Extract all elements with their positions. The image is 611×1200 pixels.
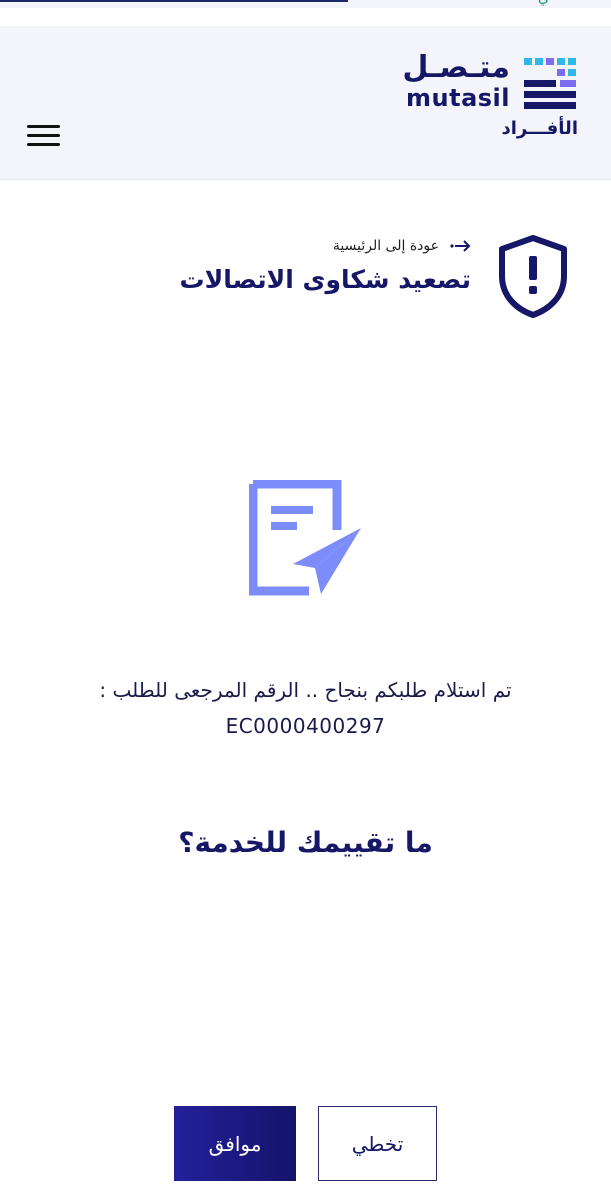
logo-english-text: mutasil xyxy=(406,84,510,112)
mutasil-logo[interactable]: متـصـل mutasil الأفـــراد xyxy=(398,50,578,148)
shield-alert-icon xyxy=(499,235,567,318)
top-status-strip: ي xyxy=(0,0,611,8)
rating-question: ما تقييمك للخدمة؟ xyxy=(178,826,433,859)
back-to-home-link[interactable]: عودة إلى الرئيسية xyxy=(333,238,471,254)
hamburger-icon[interactable] xyxy=(27,125,60,147)
logo-subtitle: الأفـــراد xyxy=(501,118,578,139)
logo-grid-icon xyxy=(524,58,576,109)
document-send-icon xyxy=(249,480,361,596)
top-text-fragment: ي xyxy=(538,0,549,6)
arrow-right-icon xyxy=(450,240,471,252)
progress-line xyxy=(0,0,348,2)
reference-number: EC0000400297 xyxy=(225,714,386,738)
page-title: تصعيد شكاوى الاتصالات xyxy=(179,265,471,294)
page-heading: عودة إلى الرئيسية تصعيد شكاوى الاتصالات xyxy=(180,238,471,294)
skip-button[interactable]: تخطي xyxy=(318,1106,437,1181)
logo-arabic-text: متـصـل xyxy=(402,50,510,85)
back-label: عودة إلى الرئيسية xyxy=(332,238,439,254)
ok-button[interactable]: موافق xyxy=(174,1106,296,1181)
success-message: تم استلام طلبكم بنجاح .. الرقم المرجعى ل… xyxy=(99,678,512,702)
